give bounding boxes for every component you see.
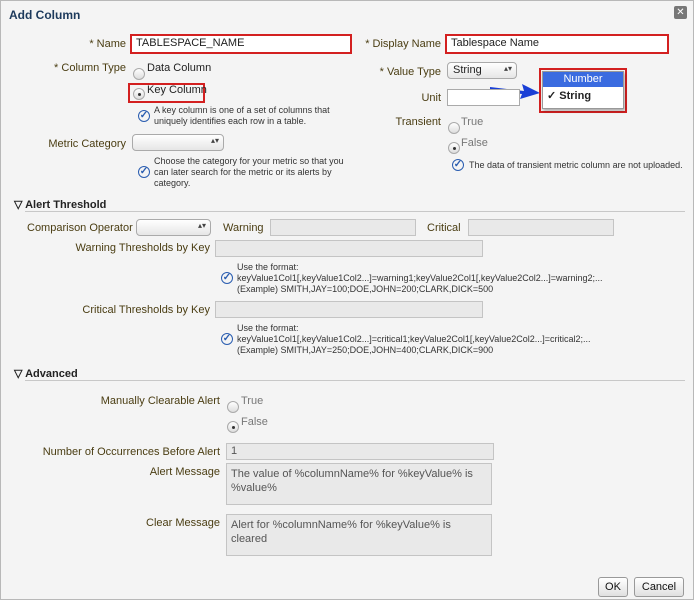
menu-item-string-label: String (559, 90, 592, 102)
clear-message-label: Clear Message (146, 517, 220, 529)
unit-label: Unit (421, 92, 441, 104)
warning-help-line: keyValue1Col1[,keyValue1Col2...]=warning… (237, 273, 603, 283)
warning-help-line: (Example) SMITH,JAY=100;DOE,JOHN=200;CLA… (237, 284, 494, 294)
critical-by-key-label: Critical Thresholds by Key (82, 304, 210, 316)
occurrences-label: Number of Occurrences Before Alert (42, 446, 220, 458)
transient-false-label: False (461, 137, 488, 149)
section-divider (25, 211, 685, 212)
display-name-input[interactable]: Tablespace Name (445, 34, 669, 54)
clearable-true-label: True (241, 395, 264, 407)
metric-category-label: Metric Category (48, 138, 126, 150)
alert-threshold-title: Alert Threshold (25, 199, 107, 211)
critical-help-line: (Example) SMITH,JAY=250;DOE,JOHN=400;CLA… (237, 345, 494, 355)
cancel-button[interactable]: Cancel (634, 577, 684, 597)
select-arrows-icon: ▴▾ (503, 64, 512, 73)
transient-help: The data of transient metric column are … (469, 160, 683, 170)
collapse-triangle-icon: ▽ (14, 199, 26, 211)
warning-label: Warning (223, 222, 264, 234)
comparison-operator-select[interactable]: ▴▾ (136, 219, 211, 236)
info-check-icon: ✓ (221, 333, 233, 345)
info-check-icon: ✓ (138, 166, 150, 178)
radio-key-column[interactable] (133, 88, 145, 100)
value-type-label: * Value Type (379, 66, 441, 78)
comparison-operator-label: Comparison Operator (27, 222, 133, 234)
column-type-label: * Column Type (54, 62, 126, 74)
transient-label: Transient (395, 116, 441, 128)
info-check-icon: ✓ (138, 110, 150, 122)
close-icon[interactable]: ✕ (674, 6, 687, 19)
metric-help-line: can later search for the metric or its a… (154, 167, 332, 177)
clearable-label: Manually Clearable Alert (100, 395, 220, 407)
info-check-icon: ✓ (221, 272, 233, 284)
radio-data-column[interactable] (133, 68, 145, 80)
name-input[interactable]: TABLESPACE_NAME (130, 34, 352, 54)
alert-threshold-section-toggle[interactable]: ▽ Alert Threshold (14, 198, 106, 211)
radio-clearable-true[interactable] (227, 401, 239, 413)
select-arrows-icon: ▴▾ (210, 136, 219, 145)
unit-input[interactable] (447, 89, 520, 106)
warning-by-key-input[interactable] (215, 240, 483, 257)
value-type-value: String (453, 64, 482, 76)
dialog-title: Add Column (9, 8, 81, 22)
critical-input[interactable] (468, 219, 614, 236)
key-help-line: A key column is one of a set of columns … (154, 105, 330, 115)
clear-message-textarea[interactable]: Alert for %columnName% for %keyValue% is… (226, 514, 492, 556)
critical-label: Critical (427, 222, 461, 234)
radio-clearable-false[interactable] (227, 421, 239, 433)
critical-help-line: Use the format: (237, 323, 299, 333)
collapse-triangle-icon: ▽ (14, 368, 26, 380)
metric-category-select[interactable]: ▴▾ (132, 134, 224, 151)
warning-by-key-label: Warning Thresholds by Key (75, 242, 210, 254)
warning-help-line: Use the format: (237, 262, 299, 272)
advanced-section-toggle[interactable]: ▽ Advanced (14, 367, 78, 380)
occurrences-input[interactable]: 1 (226, 443, 494, 460)
value-type-menu: Number ✓ String (542, 71, 624, 109)
display-name-label: * Display Name (365, 38, 441, 50)
alert-message-label: Alert Message (149, 466, 220, 478)
info-check-icon: ✓ (452, 159, 464, 171)
radio-transient-false[interactable] (448, 142, 460, 154)
radio-transient-true[interactable] (448, 122, 460, 134)
clearable-false-label: False (241, 416, 268, 428)
critical-help-line: keyValue1Col1[,keyValue1Col2...]=critica… (237, 334, 591, 344)
add-column-dialog: Add Column ✕ * Name TABLESPACE_NAME * Di… (0, 0, 694, 600)
metric-help-line: category. (154, 178, 191, 188)
transient-true-label: True (461, 116, 484, 128)
key-column-label: Key Column (147, 84, 207, 96)
section-divider (25, 380, 685, 381)
critical-by-key-input[interactable] (215, 301, 483, 318)
key-help-line: uniquely identifies each row in a table. (154, 116, 307, 126)
advanced-title: Advanced (25, 368, 78, 380)
warning-input[interactable] (270, 219, 416, 236)
ok-button[interactable]: OK (598, 577, 628, 597)
menu-item-number[interactable]: Number (543, 72, 623, 87)
checkmark-icon: ✓ (547, 90, 560, 102)
alert-message-textarea[interactable]: The value of %columnName% for %keyValue%… (226, 463, 492, 505)
metric-help-line: Choose the category for your metric so t… (154, 156, 344, 166)
data-column-label: Data Column (147, 62, 212, 74)
name-label: * Name (89, 38, 126, 50)
select-arrows-icon: ▴▾ (197, 221, 206, 230)
menu-item-string[interactable]: ✓ String (543, 87, 623, 105)
